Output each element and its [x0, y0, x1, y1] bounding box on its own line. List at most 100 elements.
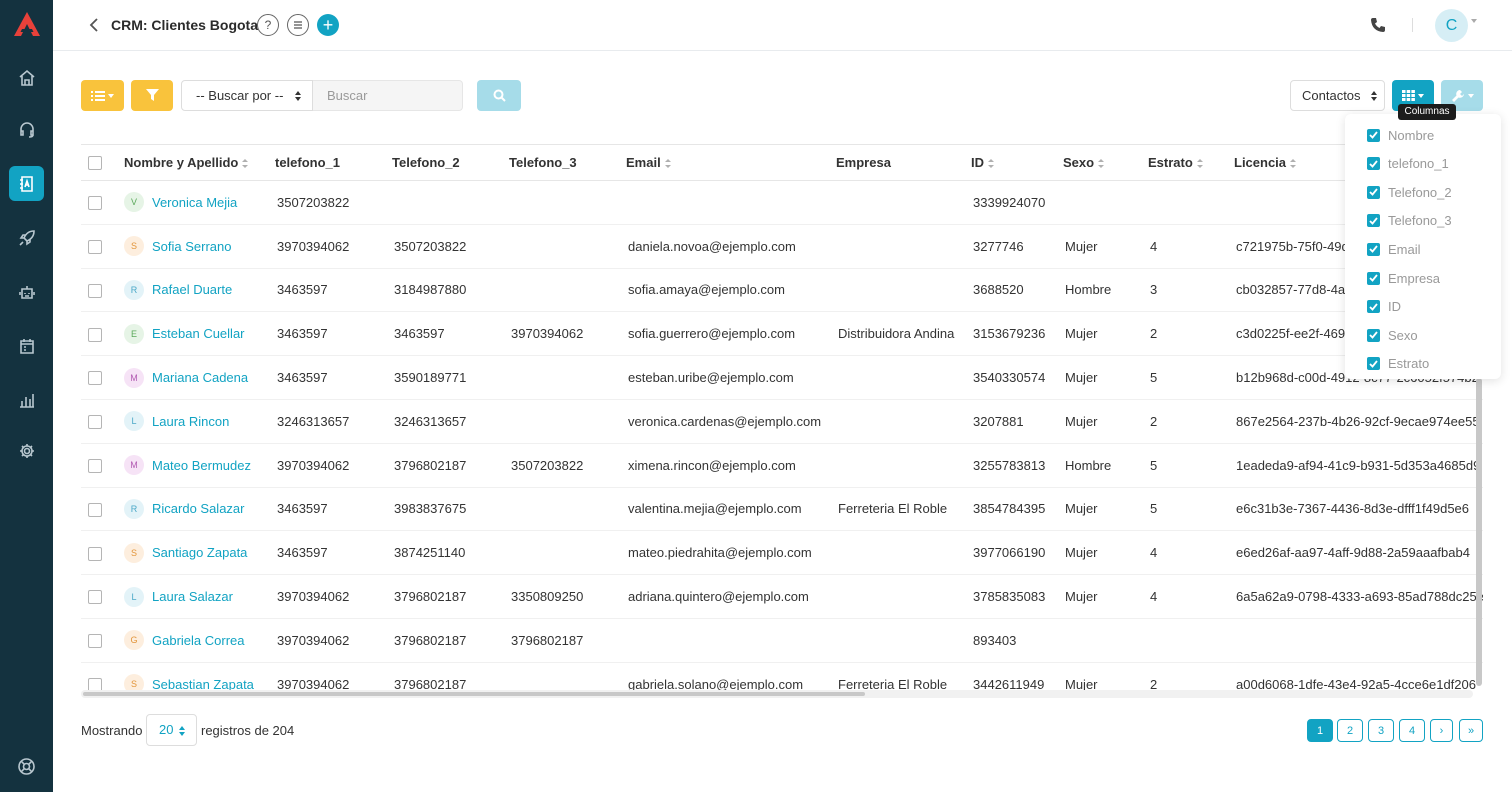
column-header-telefono-1[interactable]: telefono_1 — [275, 144, 392, 181]
table-row[interactable]: S Sebastian Zapata 3970394062 3796802187 gab… — [81, 662, 1483, 692]
column-header-telefono-2[interactable]: Telefono_2 — [392, 144, 509, 181]
column-toggle-option[interactable]: Sexo — [1367, 325, 1418, 345]
page-button-2[interactable]: 2 — [1337, 719, 1363, 742]
sidebar-item-support[interactable] — [9, 112, 44, 147]
checkbox-checked-icon[interactable] — [1367, 300, 1380, 314]
contact-name-link[interactable]: Laura Salazar — [152, 589, 233, 604]
table-row[interactable]: R Rafael Duarte 3463597 3184987880 sofia.ama… — [81, 268, 1483, 313]
contacts-table-container[interactable]: Nombre y Apellido telefono_1 Telefono_2 … — [81, 144, 1483, 692]
column-header-email[interactable]: Email — [626, 144, 836, 181]
list-view-button[interactable] — [287, 14, 309, 36]
column-header-telefono-3[interactable]: Telefono_3 — [509, 144, 626, 181]
sidebar-item-reports[interactable] — [9, 382, 44, 417]
cell-tel1: 3463597 — [275, 355, 392, 400]
app-logo-icon[interactable] — [13, 11, 41, 37]
row-checkbox[interactable] — [88, 239, 102, 254]
help-button[interactable]: ? — [257, 14, 279, 36]
contact-name-link[interactable]: Rafael Duarte — [152, 282, 232, 297]
column-header-empresa[interactable]: Empresa — [836, 144, 971, 181]
select-all-checkbox[interactable] — [88, 156, 102, 171]
contact-name-link[interactable]: Santiago Zapata — [152, 545, 247, 560]
checkbox-checked-icon[interactable] — [1367, 185, 1380, 199]
column-toggle-label: ID — [1388, 299, 1401, 315]
row-checkbox[interactable] — [88, 458, 102, 473]
column-header-estrato[interactable]: Estrato — [1148, 144, 1234, 181]
column-header-sexo[interactable]: Sexo — [1063, 144, 1148, 181]
contact-name-link[interactable]: Gabriela Correa — [152, 633, 245, 648]
sidebar-item-bots[interactable] — [9, 274, 44, 309]
sidebar-item-settings[interactable] — [9, 433, 44, 468]
filter-button[interactable] — [131, 80, 173, 111]
checkbox-checked-icon[interactable] — [1367, 357, 1380, 371]
row-checkbox[interactable] — [88, 502, 102, 517]
contact-name-link[interactable]: Esteban Cuellar — [152, 326, 245, 341]
row-checkbox[interactable] — [88, 371, 102, 386]
table-row[interactable]: S Sofia Serrano 3970394062 3507203822 daniel… — [81, 224, 1483, 269]
row-checkbox[interactable] — [88, 590, 102, 605]
column-header-name[interactable]: Nombre y Apellido — [124, 144, 275, 181]
contact-name-link[interactable]: Veronica Mejia — [152, 195, 237, 210]
vertical-scrollbar-thumb[interactable] — [1476, 378, 1482, 686]
search-button[interactable] — [477, 80, 521, 111]
column-toggle-option[interactable]: Email — [1367, 239, 1421, 259]
horizontal-scrollbar-thumb[interactable] — [83, 692, 865, 696]
column-toggle-option[interactable]: Telefono_3 — [1367, 211, 1452, 231]
chevron-down-icon[interactable] — [1471, 19, 1477, 23]
contact-name-link[interactable]: Mateo Bermudez — [152, 458, 251, 473]
column-header-id[interactable]: ID — [971, 144, 1063, 181]
entity-select[interactable]: Contactos — [1290, 80, 1385, 111]
column-toggle-option[interactable]: Estrato — [1367, 354, 1429, 374]
page-button-1[interactable]: 1 — [1307, 719, 1333, 742]
table-row[interactable]: L Laura Rincon 3246313657 3246313657 veronic… — [81, 399, 1483, 444]
checkbox-checked-icon[interactable] — [1367, 328, 1380, 342]
last-page-button[interactable]: » — [1459, 719, 1483, 742]
table-row[interactable]: V Veronica Mejia 3507203822 3339924070 — [81, 180, 1483, 225]
phone-icon[interactable] — [1369, 16, 1387, 34]
sidebar-item-contacts[interactable] — [9, 166, 44, 201]
row-checkbox[interactable] — [88, 327, 102, 342]
table-row[interactable]: L Laura Salazar 3970394062 3796802187 335080… — [81, 574, 1483, 619]
table-row[interactable]: R Ricardo Salazar 3463597 3983837675 valenti… — [81, 487, 1483, 532]
contact-name-link[interactable]: Mariana Cadena — [152, 370, 248, 385]
contact-name-link[interactable]: Laura Rincon — [152, 414, 229, 429]
user-avatar[interactable]: C — [1435, 9, 1468, 42]
column-toggle-option[interactable]: telefono_1 — [1367, 154, 1449, 174]
checkbox-checked-icon[interactable] — [1367, 128, 1380, 142]
sidebar-item-campaigns[interactable] — [9, 220, 44, 255]
checkbox-checked-icon[interactable] — [1367, 242, 1380, 256]
table-row[interactable]: M Mariana Cadena 3463597 3590189771 esteban.… — [81, 355, 1483, 400]
checkbox-checked-icon[interactable] — [1367, 271, 1380, 285]
search-input[interactable] — [313, 80, 463, 111]
table-row[interactable]: S Santiago Zapata 3463597 3874251140 mateo.p… — [81, 530, 1483, 576]
contact-name-link[interactable]: Sofia Serrano — [152, 239, 232, 254]
per-page-select[interactable]: 20 — [146, 714, 197, 746]
checkbox-checked-icon[interactable] — [1367, 214, 1380, 228]
page-button-4[interactable]: 4 — [1399, 719, 1425, 742]
search-by-select[interactable]: -- Buscar por -- — [181, 80, 313, 111]
row-checkbox[interactable] — [88, 196, 102, 211]
page-button-3[interactable]: 3 — [1368, 719, 1394, 742]
row-checkbox[interactable] — [88, 546, 102, 561]
next-page-button[interactable]: › — [1430, 719, 1453, 742]
row-checkbox[interactable] — [88, 415, 102, 430]
table-row[interactable]: M Mateo Bermudez 3970394062 3796802187 35072… — [81, 443, 1483, 488]
sidebar-item-home[interactable] — [9, 60, 44, 95]
horizontal-scrollbar[interactable] — [81, 690, 1473, 698]
back-arrow-icon[interactable] — [87, 16, 103, 34]
column-toggle-option[interactable]: ID — [1367, 297, 1401, 317]
row-checkbox[interactable] — [88, 634, 102, 649]
column-toggle-option[interactable]: Telefono_2 — [1367, 182, 1452, 202]
row-checkbox[interactable] — [88, 283, 102, 298]
list-icon — [294, 21, 302, 29]
column-toggle-option[interactable]: Empresa — [1367, 268, 1440, 288]
cell-empresa — [836, 530, 971, 576]
table-row[interactable]: G Gabriela Correa 3970394062 3796802187 3796… — [81, 618, 1483, 663]
sidebar-item-calendar[interactable] — [9, 328, 44, 363]
view-options-button[interactable] — [81, 80, 124, 111]
table-row[interactable]: E Esteban Cuellar 3463597 3463597 3970394062… — [81, 311, 1483, 357]
add-button[interactable]: + — [317, 14, 339, 36]
lifebuoy-icon[interactable] — [17, 757, 36, 776]
contact-name-link[interactable]: Ricardo Salazar — [152, 501, 245, 516]
checkbox-checked-icon[interactable] — [1367, 157, 1380, 171]
column-toggle-option[interactable]: Nombre — [1367, 125, 1434, 145]
